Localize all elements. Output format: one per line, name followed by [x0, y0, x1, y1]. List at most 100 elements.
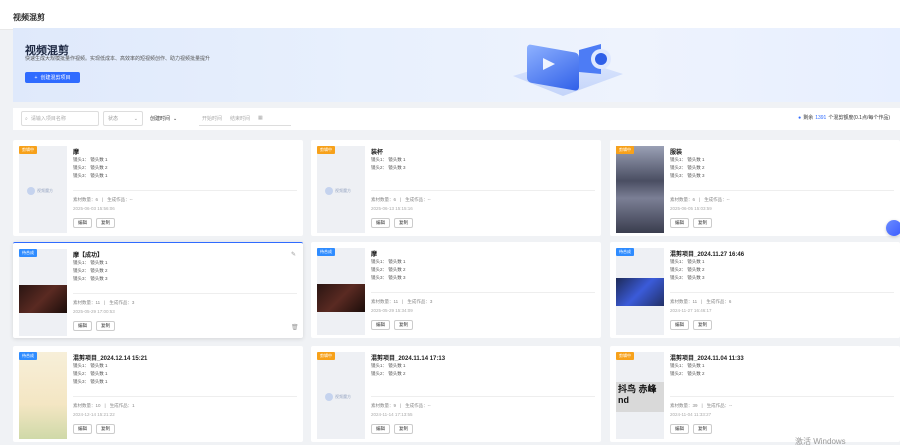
- edit-button[interactable]: 编辑: [73, 218, 92, 228]
- materials-count: 素材数量：6: [371, 197, 397, 202]
- card-actions: 编辑 复制: [670, 424, 712, 434]
- shot-line: 镜头2： 镜头数 3: [371, 165, 406, 170]
- shot-line: 镜头2： 镜头数 2: [73, 268, 108, 273]
- card-actions: 编辑 复制: [73, 218, 115, 228]
- card-thumbnail[interactable]: 待合成: [317, 248, 365, 335]
- copy-button[interactable]: 复制: [394, 424, 413, 434]
- project-card[interactable]: 待合成 摩【成功】 镜头1： 镜头数 1 镜头2： 镜头数 2 镜头3： 镜头数 3…: [13, 242, 303, 338]
- card-actions: 编辑 复制: [73, 321, 115, 331]
- shot-line: 镜头2： 镜头数 2: [371, 267, 406, 272]
- shot-list: 镜头1： 镜头数 1 镜头2： 镜头数 2: [670, 362, 705, 378]
- materials-count: 素材数量：9: [371, 403, 397, 408]
- placeholder-logo-text: 视频魔方: [335, 394, 351, 399]
- copy-button[interactable]: 复制: [96, 424, 115, 434]
- status-badge: 剪辑中: [616, 146, 634, 154]
- calendar-icon: ▦: [258, 115, 263, 121]
- copy-button[interactable]: 复制: [96, 218, 115, 228]
- edit-button[interactable]: 编辑: [670, 424, 689, 434]
- edit-button[interactable]: 编辑: [670, 320, 689, 330]
- card-title: 混剪项目_2024.11.04 11:33: [670, 356, 744, 362]
- card-date: 2024-12-14 15:21:22: [73, 412, 115, 417]
- card-thumbnail[interactable]: 剪辑中 视频魔方: [19, 146, 67, 233]
- card-date: 2025-06-05 15:03:59: [670, 206, 712, 211]
- edit-button[interactable]: 编辑: [371, 424, 390, 434]
- shot-line: 镜头1： 镜头数 1: [670, 363, 705, 368]
- trash-icon[interactable]: 🗑: [291, 324, 299, 331]
- date-range-picker[interactable]: 开始时间 结束时间 ▦: [199, 111, 291, 126]
- divider: [371, 190, 595, 191]
- works-count: 生成作品：3: [109, 300, 135, 305]
- project-card[interactable]: 剪辑中 视频魔方 混剪项目_2024.11.14 17:13 镜头1： 镜头数 …: [311, 346, 601, 442]
- edit-button[interactable]: 编辑: [670, 218, 689, 228]
- card-actions: 编辑 复制: [670, 218, 712, 228]
- shot-line: 镜头1： 镜头数 1: [371, 157, 406, 162]
- shot-line: 镜头3： 镜头数 1: [73, 379, 108, 384]
- create-project-button[interactable]: + 创建混剪项目: [25, 72, 80, 83]
- card-thumbnail[interactable]: 剪辑中 抖鸟 赤峰 nd: [616, 352, 664, 439]
- edit-button[interactable]: 编辑: [371, 320, 390, 330]
- windows-activation-watermark: 激活 Windows: [795, 437, 846, 445]
- card-date: 2025-05-29 15:34:09: [371, 308, 413, 313]
- project-card[interactable]: 待合成 摩 镜头1： 镜头数 1 镜头2： 镜头数 2 镜头3： 镜头数 3 素材数…: [311, 242, 601, 338]
- copy-button[interactable]: 复制: [693, 218, 712, 228]
- divider: [73, 396, 297, 397]
- assistant-float-button[interactable]: [886, 220, 900, 236]
- meta-divider: |: [104, 403, 106, 408]
- copy-button[interactable]: 复制: [394, 218, 413, 228]
- card-thumbnail[interactable]: 待合成: [616, 248, 664, 335]
- status-badge: 剪辑中: [317, 352, 335, 360]
- search-input[interactable]: ⌕ 请输入项目名称: [21, 111, 99, 126]
- page-title: 视频混剪: [13, 13, 45, 22]
- shot-line: 镜头3： 镜头数 3: [670, 275, 705, 280]
- project-card[interactable]: 待合成 混剪项目_2024.12.14 15:21 镜头1： 镜头数 1 镜头2：…: [13, 346, 303, 442]
- shot-line: 镜头2： 镜头数 1: [73, 371, 108, 376]
- materials-count: 素材数量：6: [73, 197, 99, 202]
- project-card[interactable]: 剪辑中 抖鸟 赤峰 nd 混剪项目_2024.11.04 11:33 镜头1： …: [610, 346, 900, 442]
- edit-button[interactable]: 编辑: [73, 321, 92, 331]
- placeholder-logo: 视频魔方: [27, 186, 59, 196]
- works-count: 生成作品：--: [405, 197, 431, 202]
- shot-line: 镜头3： 镜头数 3: [670, 173, 705, 178]
- card-thumbnail[interactable]: 剪辑中 视频魔方: [317, 352, 365, 439]
- card-thumbnail[interactable]: 剪辑中: [616, 146, 664, 233]
- materials-count: 素材数量：11: [670, 299, 698, 304]
- quota-info: ● 剩余 1391 个混剪额度(0.1点/每个作品): [798, 114, 890, 122]
- placeholder-logo-text: 视频魔方: [37, 188, 53, 193]
- edit-button[interactable]: 编辑: [73, 424, 92, 434]
- shot-line: 镜头3： 镜头数 3: [73, 276, 108, 281]
- copy-button[interactable]: 复制: [394, 320, 413, 330]
- project-card[interactable]: 待合成 混剪项目_2024.11.27 16:46 镜头1： 镜头数 1 镜头2：…: [610, 242, 900, 338]
- copy-button[interactable]: 复制: [96, 321, 115, 331]
- status-select[interactable]: 状态 ⌄: [103, 111, 143, 126]
- shot-line: 镜头2： 镜头数 2: [371, 371, 406, 376]
- meta-divider: |: [400, 403, 402, 408]
- card-thumbnail[interactable]: 待合成: [19, 249, 67, 336]
- edit-button[interactable]: 编辑: [371, 218, 390, 228]
- sort-select[interactable]: 创建时间 ⌄: [147, 111, 195, 126]
- logo-icon: [325, 187, 333, 195]
- materials-count: 素材数量：11: [73, 300, 101, 305]
- card-meta: 素材数量：6 | 生成作品：--: [371, 197, 431, 203]
- works-count: 生成作品：--: [704, 197, 730, 202]
- copy-button[interactable]: 复制: [693, 424, 712, 434]
- create-project-label: 创建混剪项目: [40, 75, 71, 81]
- pencil-icon[interactable]: ✎: [291, 251, 297, 258]
- chevron-down-icon: ⌄: [133, 115, 138, 122]
- logo-icon: [325, 393, 333, 401]
- card-thumbnail[interactable]: 剪辑中 视频魔方: [317, 146, 365, 233]
- card-thumbnail[interactable]: 待合成: [19, 352, 67, 439]
- works-count: 生成作品：--: [405, 403, 431, 408]
- project-card[interactable]: 剪辑中 视频魔方 摩 镜头1： 镜头数 1 镜头2： 镜头数 2 镜头3： 镜头数 …: [13, 140, 303, 236]
- shot-line: 镜头1： 镜头数 1: [670, 157, 705, 162]
- quota-value: 1391: [815, 114, 827, 121]
- card-meta: 素材数量：6 | 生成作品：--: [73, 197, 133, 203]
- materials-count: 素材数量：39: [670, 403, 698, 408]
- card-actions: 编辑 复制: [371, 424, 413, 434]
- shot-line: 镜头1： 镜头数 1: [73, 363, 108, 368]
- copy-button[interactable]: 复制: [693, 320, 712, 330]
- card-meta: 素材数量：11 | 生成作品：3: [371, 299, 432, 305]
- card-date: 2025-05-29 17:00:53: [73, 309, 115, 314]
- project-card[interactable]: 剪辑中 服装 镜头1： 镜头数 1 镜头2： 镜头数 2 镜头3： 镜头数 3 素材…: [610, 140, 900, 236]
- card-date: 2025-06-13 15:15:16: [371, 206, 413, 211]
- project-card[interactable]: 剪辑中 视频魔方 装杯 镜头1： 镜头数 1 镜头2： 镜头数 3 素材数量：6 …: [311, 140, 601, 236]
